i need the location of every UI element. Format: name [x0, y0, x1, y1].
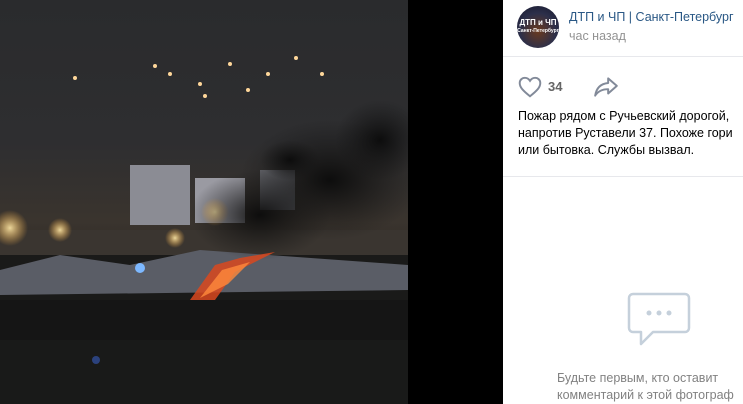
post-info-panel: ДТП и ЧП Санкт-Петербург ДТП и ЧП | Санк…	[503, 0, 743, 404]
post-time[interactable]: час назад	[569, 29, 626, 43]
empty-comments-line: Будьте первым, кто оставит	[557, 371, 719, 385]
fire-night-scene	[0, 56, 408, 404]
post-text-line: Пожар рядом с Ручьевский дорогой,	[518, 109, 730, 123]
heart-icon[interactable]	[517, 74, 543, 100]
photo-viewer: ДТП и ЧП Санкт-Петербург ДТП и ЧП | Санк…	[0, 0, 743, 404]
post-header: ДТП и ЧП Санкт-Петербург ДТП и ЧП | Санк…	[503, 0, 743, 57]
divider	[503, 176, 743, 177]
viewer-backdrop	[408, 0, 503, 404]
post-text: Пожар рядом с Ручьевский дорогой, напрот…	[518, 108, 743, 159]
empty-comments-text: Будьте первым, кто оставит комментарий к…	[557, 370, 743, 404]
post-photo[interactable]	[0, 0, 408, 404]
comment-bubble-icon	[627, 292, 691, 346]
empty-comments-line: комментарий к этой фотограф	[557, 388, 734, 402]
share-arrow-icon[interactable]	[593, 75, 619, 99]
group-avatar[interactable]: ДТП и ЧП Санкт-Петербург	[517, 6, 559, 48]
post-text-line: или бытовка. Службы вызвал.	[518, 143, 695, 157]
avatar-text-bottom: Санкт-Петербург	[517, 28, 559, 34]
avatar-text-top: ДТП и ЧП	[519, 18, 557, 27]
post-text-line: напротив Руставели 37. Похоже гори	[518, 126, 733, 140]
like-count[interactable]: 34	[548, 79, 562, 94]
group-name-link[interactable]: ДТП и ЧП | Санкт-Петербург	[569, 10, 734, 24]
